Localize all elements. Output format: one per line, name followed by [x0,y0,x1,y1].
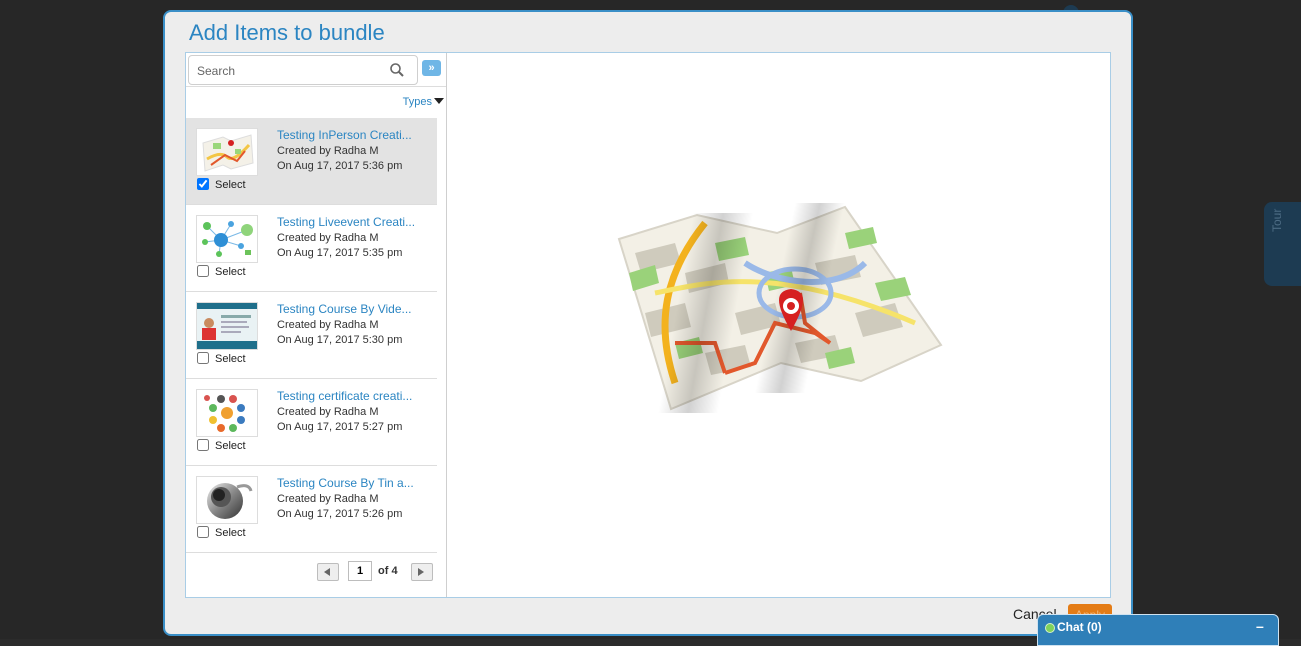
list-item[interactable]: Testing certificate creati... Created by… [186,379,437,466]
item-date: On Aug 17, 2017 5:30 pm [277,334,403,346]
network-thumbnail [196,215,258,263]
select-label: Select [215,179,246,191]
item-date: On Aug 17, 2017 5:36 pm [277,160,403,172]
search-input[interactable] [195,60,389,82]
map-thumbnail [196,128,258,176]
list-item[interactable]: Testing Course By Vide... Created by Rad… [186,292,437,379]
pagination: 1 of 4 [186,553,437,593]
item-date: On Aug 17, 2017 5:27 pm [277,421,403,433]
select-row: Select [196,265,246,278]
map-preview-image [617,203,943,413]
expand-icon[interactable]: » [422,60,441,76]
chat-label: Chat (0) [1057,620,1102,634]
item-author: Created by Radha M [277,493,379,505]
select-checkbox[interactable] [197,178,209,190]
item-author: Created by Radha M [277,319,379,331]
search-box [188,55,418,85]
minimize-button[interactable]: – [1256,618,1264,634]
prev-page-button[interactable] [317,563,339,581]
item-date: On Aug 17, 2017 5:26 pm [277,508,403,520]
types-dropdown[interactable]: Types [403,96,444,108]
list-item[interactable]: Testing Liveevent Creati... Created by R… [186,205,437,292]
tin-can-thumbnail [196,476,258,524]
select-checkbox[interactable] [197,526,209,538]
list-item[interactable]: Testing Course By Tin a... Created by Ra… [186,466,437,553]
arrow-left-icon [324,568,330,576]
tour-label: Tour [1270,208,1284,232]
item-title[interactable]: Testing InPerson Creati... [277,128,431,142]
select-row: Select [196,439,246,452]
select-checkbox[interactable] [197,352,209,364]
select-label: Select [215,440,246,452]
page-count: of 4 [378,565,398,577]
online-status-icon [1045,623,1055,633]
item-author: Created by Radha M [277,232,379,244]
select-row: Select [196,352,246,365]
modal-title: Add Items to bundle [189,20,385,45]
item-title[interactable]: Testing Course By Vide... [277,302,431,316]
video-tutorial-thumbnail [196,302,258,350]
select-label: Select [215,527,246,539]
item-title[interactable]: Testing certificate creati... [277,389,431,403]
page-number-input[interactable]: 1 [348,561,372,581]
item-title[interactable]: Testing Liveevent Creati... [277,215,431,229]
select-label: Select [215,266,246,278]
item-author: Created by Radha M [277,145,379,157]
list-item[interactable]: Testing InPerson Creati... Created by Ra… [186,118,437,205]
item-date: On Aug 17, 2017 5:35 pm [277,247,403,259]
filter-bar: Types [186,86,446,119]
arrow-right-icon [418,568,424,576]
caret-down-icon [434,98,444,104]
item-author: Created by Radha M [277,406,379,418]
item-list: Testing InPerson Creati... Created by Ra… [186,118,446,553]
search-icon[interactable] [389,62,405,78]
item-title[interactable]: Testing Course By Tin a... [277,476,431,490]
add-items-modal: Add Items to bundle » Types [163,10,1133,636]
item-preview [447,53,1110,597]
select-label: Select [215,353,246,365]
social-icons-thumbnail [196,389,258,437]
item-list-pane: » Types [186,53,447,597]
modal-content: » Types [185,52,1111,598]
select-row: Select [196,178,246,191]
chat-widget[interactable]: Chat (0) – [1037,614,1279,646]
select-checkbox[interactable] [197,265,209,277]
types-label: Types [402,96,432,108]
tour-tab[interactable]: Tour [1264,202,1301,286]
select-checkbox[interactable] [197,439,209,451]
select-row: Select [196,526,246,539]
next-page-button[interactable] [411,563,433,581]
